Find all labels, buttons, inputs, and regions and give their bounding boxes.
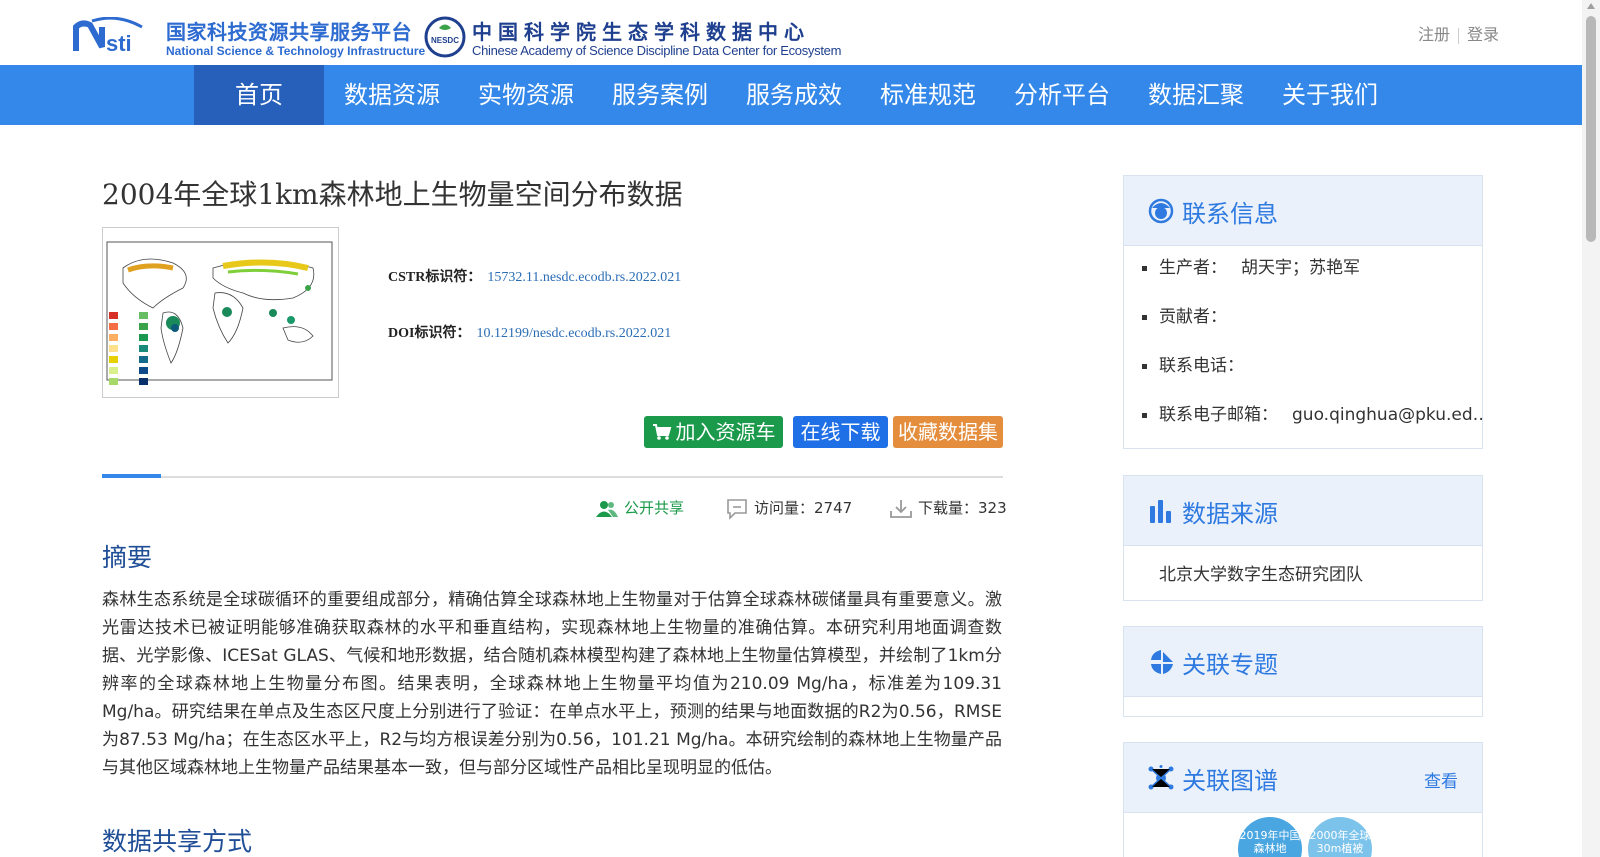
users-icon	[596, 500, 618, 517]
doi-link[interactable]: 10.12199/nesdc.ecodb.rs.2022.021	[476, 326, 671, 341]
email-item: 联系电子邮箱： guo.qinghua@pku.ed…	[1124, 403, 1482, 452]
abstract-heading: 摘要	[102, 543, 153, 572]
visit-count-text: 访问量：2747	[754, 499, 853, 517]
doi-row: DOI标识符： 10.12199/nesdc.ecodb.rs.2022.021	[388, 322, 671, 342]
topics-card-title: 关联专题	[1182, 651, 1278, 679]
cart-icon	[652, 424, 671, 440]
email-label: 联系电子邮箱：	[1159, 405, 1278, 425]
nav-item-physical-resources[interactable]: 实物资源	[472, 65, 580, 125]
page-scrollbar[interactable]	[1582, 0, 1600, 857]
nav-item-analysis-platform[interactable]: 分析平台	[1008, 65, 1116, 125]
nesdc-name-en: Chinese Academy of Science Discipline Da…	[472, 43, 842, 58]
register-link[interactable]: 注册	[1418, 21, 1450, 45]
contact-card-header: 联系信息	[1124, 176, 1482, 246]
visit-count: 访问量：2747	[726, 497, 852, 520]
top-header: sti 国家科技资源共享服务平台 National Science & Tech…	[0, 0, 1582, 65]
favorite-dataset-button[interactable]: 收藏数据集	[893, 416, 1003, 448]
main-nav: 首页 数据资源 实物资源 服务案例 服务成效 标准规范 分析平台 数据汇聚 关于…	[0, 65, 1582, 125]
add-to-cart-label: 加入资源车	[675, 420, 776, 444]
nesdc-name-cn: 中国科学院生态学科数据中心	[472, 20, 810, 44]
tab-active-indicator[interactable]	[102, 474, 161, 478]
svg-text:sti: sti	[106, 31, 132, 56]
auth-divider	[1458, 27, 1460, 44]
scroll-up-arrow-icon[interactable]	[1587, 3, 1595, 9]
graph-node[interactable]: 2019年中国森林地	[1238, 817, 1302, 857]
cstr-label: CSTR标识符：	[388, 270, 482, 285]
email-value[interactable]: guo.qinghua@pku.ed…	[1292, 405, 1482, 425]
share-status: 公开共享	[596, 497, 684, 518]
producer-label: 生产者：	[1159, 258, 1227, 278]
source-value: 北京大学数字生态研究团队	[1159, 565, 1363, 585]
nav-item-standards[interactable]: 标准规范	[874, 65, 982, 125]
dataset-title: 2004年全球1km森林地上生物量空间分布数据	[102, 178, 683, 211]
download-count: 下载量：323	[890, 497, 1007, 519]
bar-chart-icon	[1150, 500, 1171, 523]
source-card-header: 数据来源	[1124, 476, 1482, 546]
nav-item-data-resources[interactable]: 数据资源	[338, 65, 446, 125]
nav-item-data-aggregation[interactable]: 数据汇聚	[1142, 65, 1250, 125]
contributor-item: 贡献者：	[1124, 305, 1482, 354]
cstr-row: CSTR标识符： 15732.11.nesdc.ecodb.rs.2022.021	[388, 266, 681, 286]
network-graph-icon	[1148, 765, 1174, 790]
contact-person-icon	[1148, 198, 1174, 224]
platform-name-en: National Science & Technology Infrastruc…	[166, 44, 426, 58]
dataset-thumbnail[interactable]	[102, 227, 339, 398]
cstr-link[interactable]: 15732.11.nesdc.ecodb.rs.2022.021	[487, 270, 681, 285]
contributor-label: 贡献者：	[1159, 307, 1227, 327]
scrollbar-thumb[interactable]	[1586, 16, 1596, 242]
download-icon	[890, 499, 912, 518]
graph-card-title: 关联图谱	[1182, 767, 1278, 795]
nav-item-home[interactable]: 首页	[194, 65, 324, 125]
producer-item: 生产者： 胡天宇；苏艳军	[1124, 256, 1482, 305]
topic-icon	[1151, 650, 1173, 674]
online-download-button[interactable]: 在线下载	[793, 416, 888, 448]
phone-label: 联系电话：	[1159, 356, 1244, 376]
comment-icon	[727, 498, 747, 520]
auth-links: 注册 登录	[1418, 21, 1499, 45]
add-to-cart-button[interactable]: 加入资源车	[644, 416, 783, 448]
download-count-text: 下载量：323	[918, 499, 1007, 517]
platform-name-cn: 国家科技资源共享服务平台	[166, 20, 412, 44]
contact-list: 生产者： 胡天宇；苏艳军 贡献者： 联系电话： 联系电子邮箱： guo.qinghu…	[1124, 246, 1482, 452]
share-status-text: 公开共享	[624, 499, 685, 517]
topics-card: 关联专题	[1123, 626, 1483, 717]
nesdc-logo[interactable]: NESDC	[424, 16, 466, 58]
graph-node[interactable]: 2000年全球30m植被	[1308, 817, 1372, 857]
source-card: 数据来源 北京大学数字生态研究团队	[1123, 475, 1483, 601]
nav-item-about-us[interactable]: 关于我们	[1276, 65, 1384, 125]
nesdc-badge-text: NESDC	[431, 36, 459, 45]
view-graph-link[interactable]: 查看	[1424, 767, 1458, 792]
sharing-heading: 数据共享方式	[102, 827, 253, 856]
source-card-title: 数据来源	[1182, 500, 1278, 528]
producer-value: 胡天宇；苏艳军	[1241, 258, 1360, 278]
tab-divider	[102, 476, 1003, 478]
biomass-map-image	[106, 241, 333, 385]
nsti-logo[interactable]: sti	[72, 17, 162, 57]
topics-card-header: 关联专题	[1124, 627, 1482, 697]
doi-label: DOI标识符：	[388, 326, 471, 341]
contact-card: 联系信息 生产者： 胡天宇；苏艳军 贡献者： 联系电话： 联系电子邮箱： guo.q…	[1123, 175, 1483, 449]
abstract-text: 森林生态系统是全球碳循环的重要组成部分，精确估算全球森林地上生物量对于估算全球森…	[102, 590, 1002, 778]
nav-item-service-cases[interactable]: 服务案例	[606, 65, 714, 125]
contact-card-title: 联系信息	[1182, 200, 1278, 228]
graph-card: 关联图谱 查看 2019年中国森林地 2000年全球30m植被	[1123, 742, 1483, 857]
nav-item-service-results[interactable]: 服务成效	[740, 65, 848, 125]
login-link[interactable]: 登录	[1467, 21, 1499, 45]
phone-item: 联系电话：	[1124, 354, 1482, 403]
graph-card-header: 关联图谱 查看	[1124, 743, 1482, 813]
